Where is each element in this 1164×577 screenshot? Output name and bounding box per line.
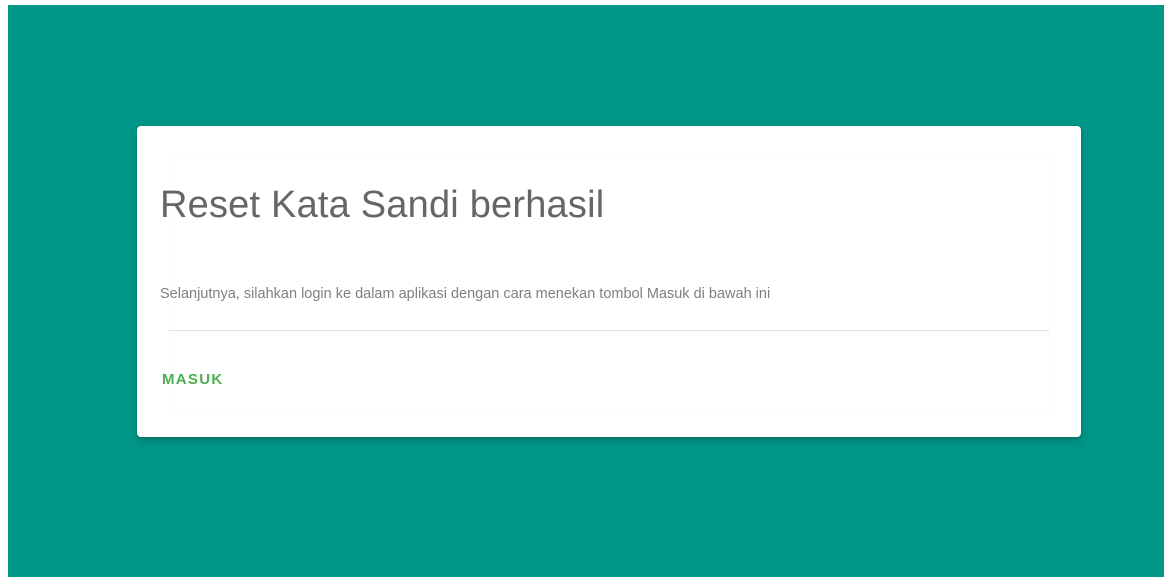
card-message: Selanjutnya, silahkan login ke dalam apl…	[160, 286, 771, 302]
masuk-button[interactable]: MASUK	[152, 362, 234, 398]
reset-success-card: Reset Kata Sandi berhasil Selanjutnya, s…	[137, 126, 1081, 437]
card-title: Reset Kata Sandi berhasil	[160, 184, 605, 226]
card-divider	[169, 330, 1049, 331]
